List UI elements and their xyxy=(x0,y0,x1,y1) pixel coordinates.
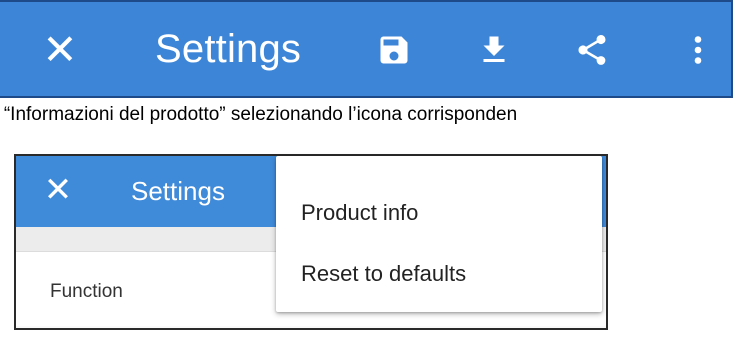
menu-item-product-info[interactable]: Product info xyxy=(301,199,418,227)
close-icon[interactable]: ✕ xyxy=(40,29,80,71)
menu-item-reset-defaults[interactable]: Reset to defaults xyxy=(301,260,466,288)
save-icon[interactable] xyxy=(376,32,412,68)
instruction-caption: a “Informazioni del prodotto” selezionan… xyxy=(0,100,733,130)
caption-text: a “Informazioni del prodotto” selezionan… xyxy=(0,104,518,125)
settings-title: Settings xyxy=(131,176,225,206)
more-vert-icon[interactable] xyxy=(680,32,716,68)
download-icon[interactable] xyxy=(476,32,512,68)
overflow-menu: Product info Reset to defaults xyxy=(276,156,602,312)
share-icon[interactable] xyxy=(574,32,610,68)
close-icon[interactable]: ✕ xyxy=(41,173,75,207)
page-title: Settings xyxy=(155,27,302,71)
function-label: Function xyxy=(50,281,123,302)
top-app-bar: ✕ Settings xyxy=(0,0,733,98)
